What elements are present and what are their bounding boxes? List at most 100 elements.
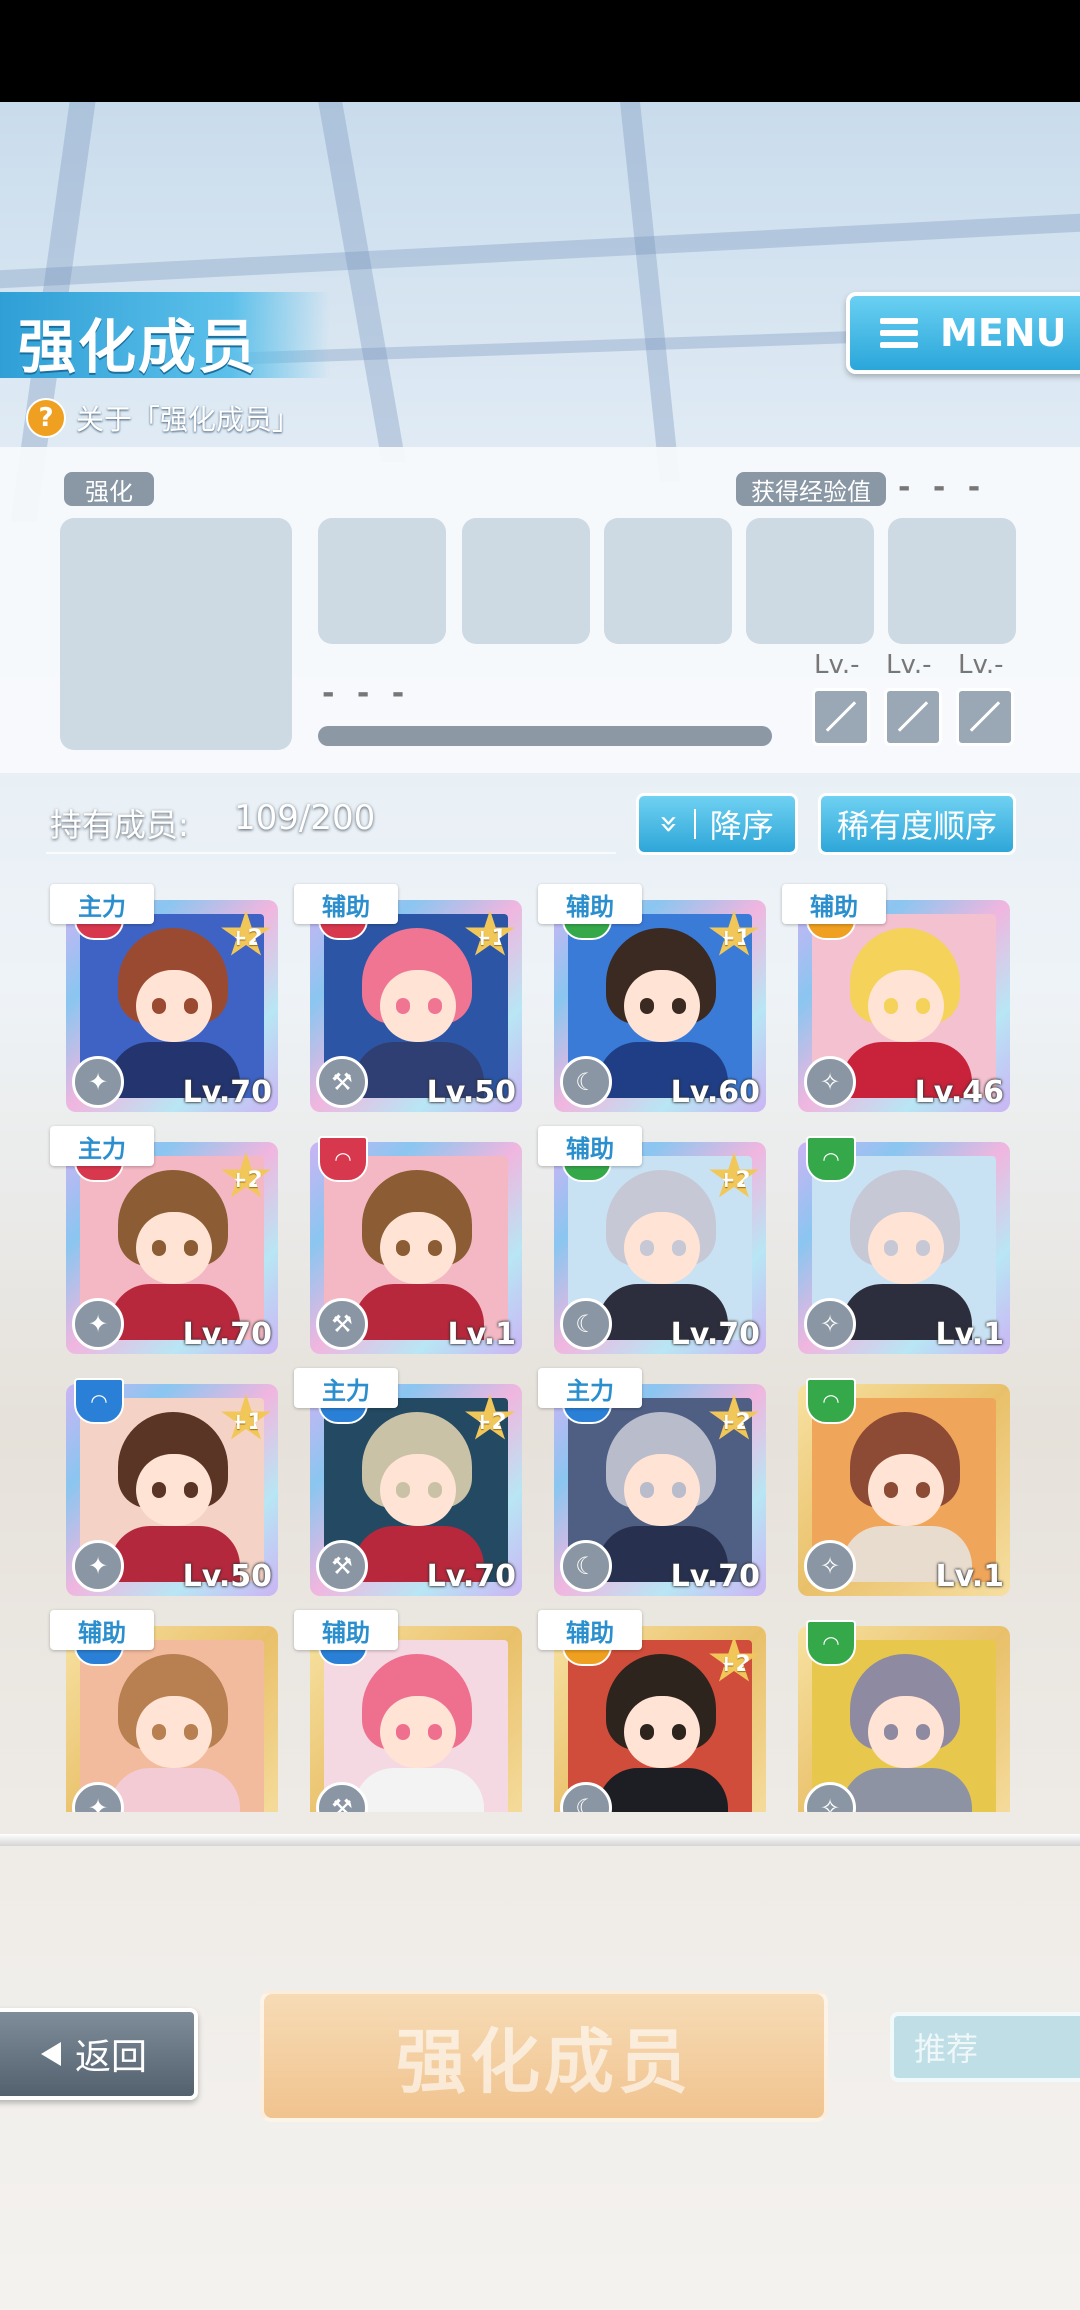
member-card[interactable]: ◠主力+2☾Lv.70: [538, 1368, 766, 1596]
skill-type-icon: ☾: [560, 1298, 612, 1350]
divider: [46, 852, 616, 854]
member-card[interactable]: ◠辅助✧Lv.46: [782, 884, 1010, 1112]
member-card[interactable]: ◠主力+2✦Lv.70: [50, 884, 278, 1112]
character-eye: [884, 1482, 898, 1498]
member-card[interactable]: ◠ ✧ Lv.1: [798, 1378, 1010, 1596]
enhance-member-button[interactable]: 强化成员: [260, 1990, 828, 2122]
member-card[interactable]: ◠ +1 ✦ Lv.50: [66, 1378, 278, 1596]
window-beam: [0, 213, 1080, 289]
character-eye: [428, 1724, 442, 1740]
card-level: Lv.70: [426, 1559, 516, 1594]
skill-type-icon: ✦: [72, 1298, 124, 1350]
card-level: Lv.70: [670, 1317, 760, 1352]
role-tag: 辅助: [50, 1610, 154, 1650]
enhance-label: 强化: [64, 472, 154, 506]
back-button[interactable]: 返回: [0, 2008, 198, 2100]
role-tag: 主力: [294, 1368, 398, 1408]
character-eye: [916, 1240, 930, 1256]
member-card[interactable]: ◠主力+2✦Lv.70: [50, 1126, 278, 1354]
member-card[interactable]: ◠辅助✦: [50, 1610, 278, 1812]
character-outfit: [842, 1768, 972, 1812]
skill-level: Lv.-: [814, 650, 860, 680]
status-bar: [0, 0, 1080, 102]
question-icon: ?: [26, 398, 66, 438]
back-arrow-icon: [40, 2042, 61, 2066]
skill-slot: [956, 688, 1014, 746]
character-eye: [640, 1724, 654, 1740]
exp-bar-value: - - -: [322, 676, 411, 711]
character-face: [624, 1696, 700, 1768]
character-eye: [640, 1482, 654, 1498]
recommend-label: 推荐: [914, 2030, 979, 2068]
recommend-button[interactable]: 推荐: [890, 2012, 1080, 2082]
member-card[interactable]: ◠辅助+1⚒Lv.50: [294, 884, 522, 1112]
member-card-grid: ◠主力+2✦Lv.70◠辅助+1⚒Lv.50◠辅助+1☾Lv.60◠辅助✧Lv.…: [0, 870, 1080, 1812]
character-face: [380, 1212, 456, 1284]
help-text: 关于「强化成员」: [76, 403, 301, 436]
character-eye: [916, 1724, 930, 1740]
attribute-badge-icon: ◠: [806, 1378, 856, 1424]
member-card[interactable]: ◠辅助+1☾Lv.60: [538, 884, 766, 1112]
base-member-slot[interactable]: [60, 518, 292, 750]
sort-order-button[interactable]: » 降序: [636, 793, 798, 855]
members-label: 持有成员:: [50, 806, 189, 844]
material-slot[interactable]: [604, 518, 732, 644]
skill-level: Lv.-: [958, 650, 1004, 680]
character-eye: [184, 1482, 198, 1498]
role-tag: 辅助: [538, 884, 642, 924]
character-face: [380, 1696, 456, 1768]
character-outfit: [598, 1768, 728, 1812]
role-tag: 辅助: [538, 1610, 642, 1650]
character-eye: [672, 1240, 686, 1256]
character-face: [380, 1454, 456, 1526]
character-face: [136, 1696, 212, 1768]
member-card[interactable]: ◠辅助+2☾: [538, 1610, 766, 1812]
character-eye: [672, 998, 686, 1014]
attribute-badge-icon: ◠: [74, 1378, 124, 1424]
back-label: 返回: [74, 2037, 147, 2078]
attribute-badge-icon: ◠: [806, 1136, 856, 1182]
character-face: [624, 970, 700, 1042]
character-eye: [184, 998, 198, 1014]
help-link[interactable]: ? 关于「强化成员」: [26, 398, 300, 438]
card-level: Lv.70: [670, 1559, 760, 1594]
character-eye: [884, 1724, 898, 1740]
character-eye: [672, 1482, 686, 1498]
skill-type-icon: ⚒: [316, 1056, 368, 1108]
member-card[interactable]: ◠辅助+2☾Lv.70: [538, 1126, 766, 1354]
exp-progress-bar: [318, 726, 772, 746]
window-beam: [318, 102, 406, 462]
attribute-badge-icon: ◠: [318, 1136, 368, 1182]
skill-type-icon: ⚒: [316, 1540, 368, 1592]
character-eye: [884, 998, 898, 1014]
menu-button[interactable]: MENU: [846, 292, 1080, 374]
character-eye: [916, 998, 930, 1014]
member-card[interactable]: ◠主力+2⚒Lv.70: [294, 1368, 522, 1596]
material-slot[interactable]: [746, 518, 874, 644]
material-slot[interactable]: [318, 518, 446, 644]
member-card[interactable]: ◠辅助⚒: [294, 1610, 522, 1812]
card-level: Lv.60: [670, 1075, 760, 1110]
character-face: [868, 970, 944, 1042]
character-eye: [396, 1482, 410, 1498]
card-level: Lv.50: [426, 1075, 516, 1110]
card-level: Lv.1: [935, 1559, 1005, 1594]
character-eye: [396, 1240, 410, 1256]
character-face: [868, 1696, 944, 1768]
enhance-member-label: 强化成员: [396, 2020, 692, 2103]
material-slot[interactable]: [462, 518, 590, 644]
role-tag: 主力: [50, 884, 154, 924]
member-card[interactable]: ◠ ✧ Lv.1: [798, 1136, 1010, 1354]
member-card[interactable]: ◠ ✧: [798, 1620, 1010, 1812]
skill-level: Lv.-: [886, 650, 932, 680]
skill-type-icon: ⚒: [316, 1298, 368, 1350]
character-eye: [428, 1240, 442, 1256]
character-face: [868, 1212, 944, 1284]
material-slot[interactable]: [888, 518, 1016, 644]
card-level: Lv.70: [182, 1075, 272, 1110]
sort-rarity-button[interactable]: 稀有度顺序: [818, 793, 1016, 855]
member-card[interactable]: ◠ ⚒ Lv.1: [310, 1136, 522, 1354]
skill-type-icon: ✧: [804, 1540, 856, 1592]
character-face: [136, 970, 212, 1042]
card-level: Lv.50: [182, 1559, 272, 1594]
